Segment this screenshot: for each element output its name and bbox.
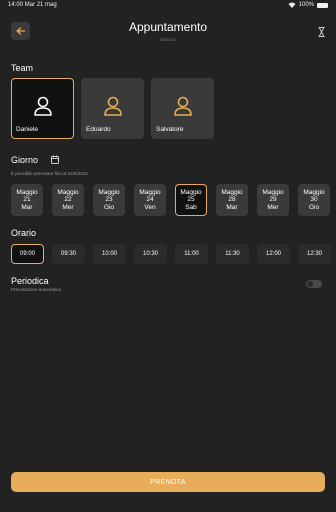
day-chip-number: 30 [310,196,318,204]
booking-limit-hint: È possibile prenotare fino al 31/5/2024 [11,171,88,176]
page-subtitle: TAGLIO [159,37,177,42]
team-member-card-daniele[interactable]: Daniele [11,78,74,139]
time-slot[interactable]: 12:30 [298,244,331,264]
day-chip[interactable]: Maggio 29 Mer [257,184,289,216]
calendar-icon[interactable] [51,155,59,164]
battery-icon [317,2,328,8]
time-section-label: Orario [11,228,37,238]
user-icon [174,96,192,116]
team-member-name: Daniele [16,126,39,133]
user-icon [104,96,122,116]
day-section-label: Giorno [11,155,39,165]
day-chip-number: 21 [23,196,31,204]
day-chip-month: Maggio [16,188,38,196]
time-slot[interactable]: 09:30 [52,244,85,264]
recurring-toggle[interactable] [306,280,322,288]
day-chip-number: 29 [269,196,277,204]
status-time: 14:00 [8,2,24,8]
day-chip-number: 23 [105,196,113,204]
day-chip-number: 28 [228,196,236,204]
day-chip[interactable]: Maggio 28 Mar [216,184,248,216]
day-chip-weekday: Ven [144,203,156,211]
day-chip-month: Maggio [57,188,79,196]
time-slot-selected[interactable]: 09:00 [11,244,44,264]
time-slot[interactable]: 11:00 [175,244,208,264]
recurring-hint: Prenotazione automatica [11,287,61,292]
time-slot[interactable]: 12:00 [257,244,290,264]
day-chip-month: Maggio [180,188,202,196]
day-chip-weekday: Gio [103,203,115,211]
day-chip[interactable]: Maggio 22 Mer [52,184,84,216]
user-icon [34,96,52,116]
day-chip-number: 22 [64,196,72,204]
team-section-label: Team [11,63,34,73]
battery-percent: 100% [298,2,314,8]
day-chip-month: Maggio [98,188,120,196]
day-chip[interactable]: Maggio 21 Mar [11,184,43,216]
day-chip-weekday: Gio [308,203,320,211]
day-chip[interactable]: Maggio 23 Gio [93,184,125,216]
day-chip-weekday: Mar [21,203,33,211]
status-date: Mar 21 mag [24,2,57,8]
wifi-icon [288,2,296,8]
day-chip[interactable]: Maggio 24 Ven [134,184,166,216]
day-chip-month: Maggio [221,188,243,196]
day-chip-selected[interactable]: Maggio 25 Sab [175,184,207,216]
status-bar: 14:00 Mar 21 mag 100% [0,0,336,12]
toggle-knob [307,281,313,287]
day-chip[interactable]: Maggio 30 Gio [298,184,330,216]
day-chip-weekday: Mar [226,203,238,211]
team-member-name: Salvatore [156,126,184,133]
time-slot[interactable]: 10:30 [134,244,167,264]
day-chip-weekday: Mer [62,203,74,211]
hourglass-icon[interactable] [318,27,325,37]
day-chip-month: Maggio [139,188,161,196]
team-member-card-salvatore[interactable]: Salvatore [151,78,214,139]
team-member-card-edoardo[interactable]: Edoardo [81,78,144,139]
book-button[interactable]: PRENOTA [11,472,325,492]
team-member-name: Edoardo [86,126,111,133]
day-chip-number: 25 [187,196,195,204]
page-title: Appuntamento [128,20,208,34]
recurring-label: Periodica [11,276,49,286]
time-slot[interactable]: 10:00 [93,244,126,264]
day-chip-month: Maggio [303,188,325,196]
time-slot[interactable]: 11:30 [216,244,249,264]
day-chip-month: Maggio [262,188,284,196]
day-chip-weekday: Mer [267,203,279,211]
day-chip-weekday: Sab [185,203,197,211]
day-chip-number: 24 [146,196,154,204]
